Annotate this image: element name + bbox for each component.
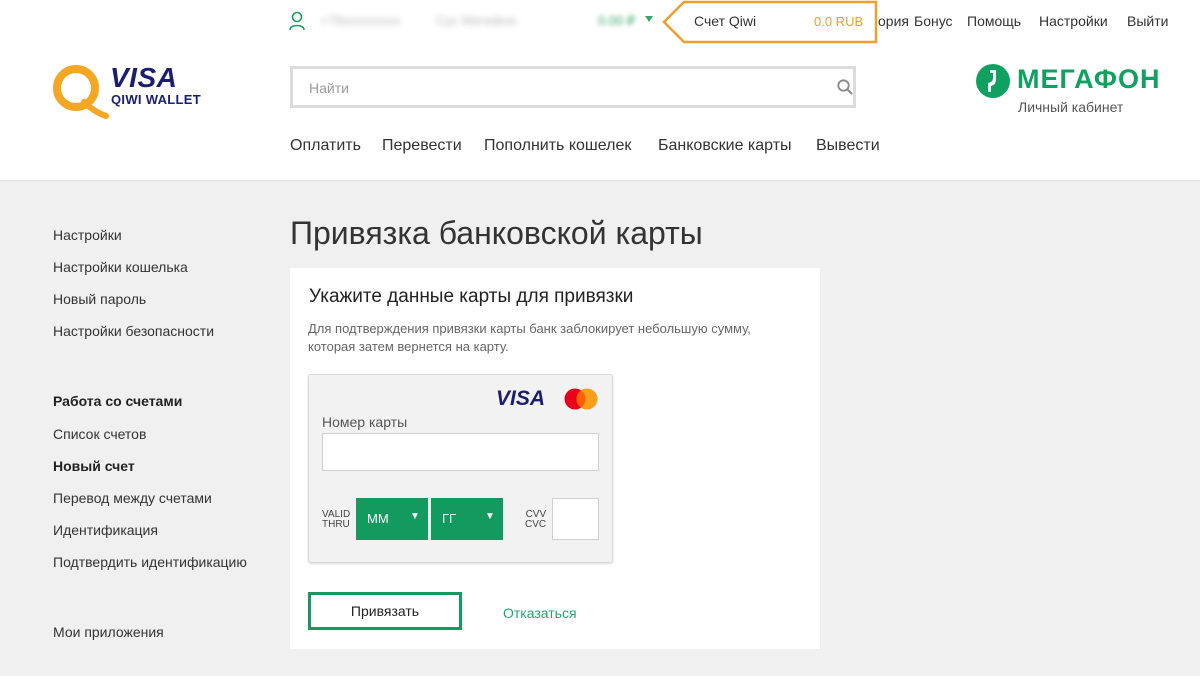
search-input[interactable]	[307, 77, 811, 99]
user-icon[interactable]	[288, 11, 306, 31]
sidebar-item-confirm-identification[interactable]: Подтвердить идентификацию	[53, 554, 247, 570]
cvv-input[interactable]	[552, 498, 599, 540]
phone-number[interactable]: +79xxxxxxxxx	[320, 13, 401, 28]
account-amount: 0.0 RUB	[814, 14, 864, 29]
sidebar-item-accounts-list[interactable]: Список счетов	[53, 426, 146, 442]
mastercard-icon	[564, 388, 598, 410]
card-number-label: Номер карты	[322, 414, 408, 430]
account-label[interactable]: Счет Qiwi	[694, 13, 756, 29]
valid-thru-line2: THRU	[322, 519, 350, 530]
panel-description: Для подтверждения привязки карты банк за…	[308, 321, 751, 354]
nav-bank-cards[interactable]: Банковские карты	[658, 137, 792, 155]
chevron-down-icon: ▼	[410, 511, 420, 522]
month-select[interactable]: ММ ▼	[356, 498, 428, 540]
nav-withdraw[interactable]: Вывести	[816, 137, 880, 155]
valid-thru-label: VALID THRU	[322, 510, 350, 530]
sidebar-item-identification[interactable]: Идентификация	[53, 522, 158, 538]
sidebar-item-settings[interactable]: Настройки	[53, 227, 122, 243]
visa-card-logo: VISA	[496, 387, 546, 410]
qiwi-logo-icon[interactable]	[50, 62, 110, 122]
card-number-input[interactable]	[322, 433, 599, 471]
sidebar-item-new-password[interactable]: Новый пароль	[53, 291, 146, 307]
nav-pay[interactable]: Оплатить	[290, 137, 361, 155]
nav-transfer[interactable]: Перевести	[382, 137, 462, 155]
sidebar-item-transfer-between[interactable]: Перевод между счетами	[53, 490, 212, 506]
year-value: ГГ	[442, 511, 457, 526]
balance-value[interactable]: 0.00 ₽	[598, 13, 635, 29]
sidebar-section-title: Работа со счетами	[53, 393, 183, 409]
toplink-help[interactable]: Помощь	[967, 13, 1021, 29]
toplink-bonus[interactable]: Бонус	[914, 13, 953, 29]
toplink-logout[interactable]: Выйти	[1127, 13, 1168, 29]
sidebar-item-wallet-settings[interactable]: Настройки кошелька	[53, 259, 188, 275]
month-value: ММ	[367, 511, 389, 526]
operator-name: Сус Мегафон	[436, 13, 517, 28]
cvv-line2: CVC	[525, 519, 547, 530]
nav-topup[interactable]: Пополнить кошелек	[484, 137, 631, 155]
panel-title: Укажите данные карты для привязки	[309, 286, 634, 307]
megafon-logo-icon[interactable]	[975, 63, 1011, 99]
sidebar-item-new-account[interactable]: Новый счет	[53, 458, 135, 474]
megafon-subtitle: Личный кабинет	[1018, 99, 1124, 115]
sidebar-item-security[interactable]: Настройки безопасности	[53, 323, 214, 339]
page-title: Привязка банковской карты	[290, 215, 703, 251]
bind-card-button[interactable]: Привязать	[308, 592, 462, 630]
sidebar-item-my-apps[interactable]: Мои приложения	[53, 624, 164, 640]
toplink-history[interactable]: ория	[878, 13, 909, 29]
search-box[interactable]	[290, 66, 856, 108]
chevron-down-icon: ▼	[485, 511, 495, 522]
cvv-label: CVV CVC	[525, 510, 546, 530]
toplink-settings[interactable]: Настройки	[1039, 13, 1108, 29]
year-select[interactable]: ГГ ▼	[431, 498, 503, 540]
megafon-logo-text: МЕГАФОН	[1017, 64, 1161, 94]
search-icon[interactable]	[836, 78, 854, 96]
visa-logo-text: VISA	[110, 62, 178, 93]
cancel-link[interactable]: Отказаться	[503, 605, 577, 621]
balance-dropdown-icon[interactable]	[645, 16, 653, 22]
qiwi-wallet-text: QIWI WALLET	[111, 92, 201, 107]
